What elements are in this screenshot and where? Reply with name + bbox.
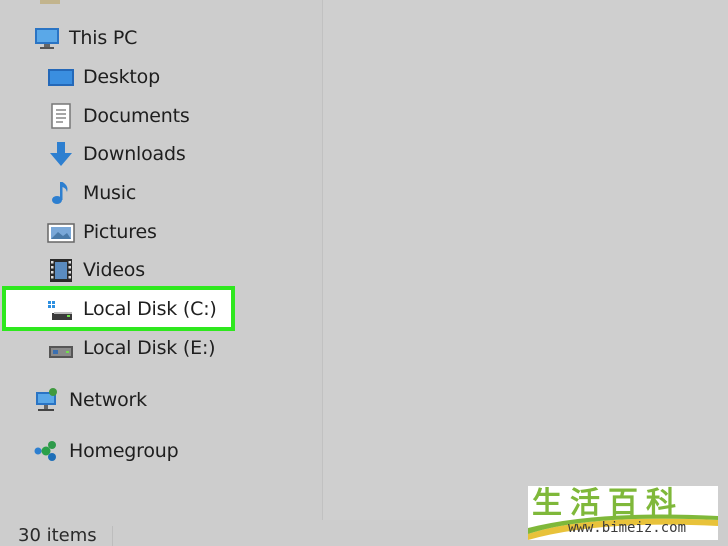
nav-item-label: Desktop <box>83 66 160 88</box>
documents-icon <box>47 102 75 130</box>
watermark-logo-text: 生活百科 <box>532 486 684 521</box>
local-disk-c-icon <box>47 295 75 323</box>
nav-item-desktop[interactable]: Desktop <box>47 59 160 95</box>
nav-item-local-disk-e[interactable]: Local Disk (E:) <box>47 330 216 366</box>
nav-item-label: This PC <box>69 27 138 49</box>
local-disk-e-icon <box>47 334 75 362</box>
this-pc-icon <box>33 24 61 52</box>
nav-item-documents[interactable]: Documents <box>47 98 190 134</box>
watermark: 生活百科 www.bimeiz.com <box>528 486 718 540</box>
network-icon <box>33 386 61 414</box>
nav-item-homegroup[interactable]: Homegroup <box>33 433 179 469</box>
nav-item-music[interactable]: Music <box>47 175 136 211</box>
nav-item-videos[interactable]: Videos <box>47 252 145 288</box>
nav-item-label: Downloads <box>83 143 186 165</box>
content-pane[interactable] <box>323 0 728 520</box>
nav-item-label: Pictures <box>83 221 157 243</box>
status-separator <box>112 526 113 546</box>
nav-item-this-pc[interactable]: This PC <box>33 20 137 56</box>
nav-item-label: Videos <box>83 259 145 281</box>
homegroup-icon <box>33 437 61 465</box>
pictures-icon <box>47 218 75 246</box>
nav-item-local-disk-c[interactable]: Local Disk (C:) <box>47 291 217 327</box>
nav-item-network[interactable]: Network <box>33 382 147 418</box>
watermark-url: www.bimeiz.com <box>568 520 687 536</box>
desktop-icon <box>47 63 75 91</box>
nav-item-pictures[interactable]: Pictures <box>47 214 157 250</box>
nav-item-downloads[interactable]: Downloads <box>47 136 186 172</box>
nav-item-label: Local Disk (C:) <box>83 298 217 320</box>
nav-item-label: Local Disk (E:) <box>83 337 216 359</box>
music-icon <box>47 179 75 207</box>
nav-item-label: Network <box>69 389 147 411</box>
nav-item-label: Music <box>83 182 137 204</box>
folder-icon-partial <box>40 0 60 4</box>
item-count: 30 items <box>18 525 97 546</box>
nav-item-label: Documents <box>83 105 190 127</box>
nav-item-label: Homegroup <box>69 440 179 462</box>
downloads-icon <box>47 140 75 168</box>
videos-icon <box>47 256 75 284</box>
